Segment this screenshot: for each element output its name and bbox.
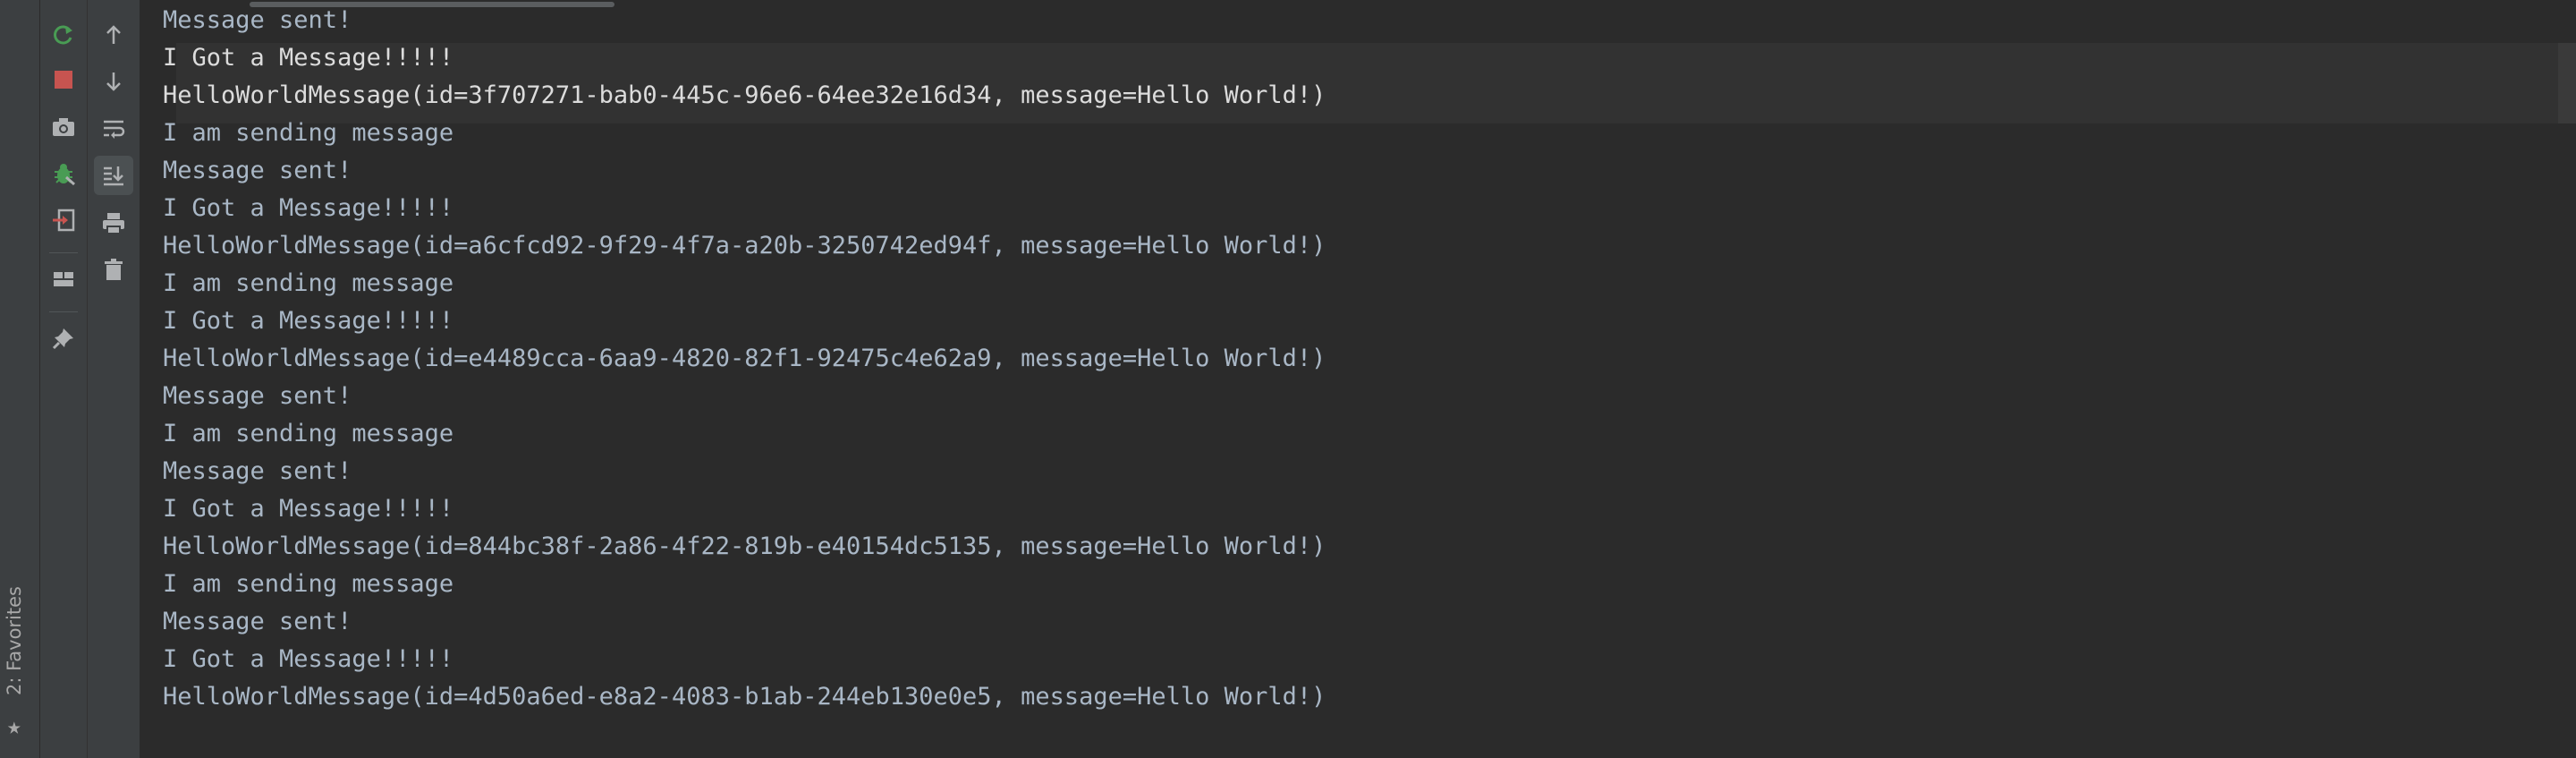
vertical-scrollbar[interactable] [2558,43,2576,123]
stop-button[interactable] [44,60,83,99]
arrow-up-icon [106,25,121,44]
console-line: Message sent! [163,157,352,184]
console-line: I Got a Message!!!!! [163,645,454,673]
run-toolbar [40,0,88,758]
console-line: HelloWorldMessage(id=844bc38f-2a86-4f22-… [163,532,1326,560]
toolbar-separator [49,252,78,253]
console-line: I Got a Message!!!!! [163,194,454,222]
console-line: Message sent! [163,382,352,410]
pin-tab-button[interactable] [44,319,83,358]
console-output[interactable]: Message sent! I Got a Message!!!!! HelloWo… [140,0,2576,758]
console-toolbar [88,0,140,758]
console-line: Message sent! [163,457,352,485]
debug-button[interactable] [44,154,83,193]
scroll-to-end-button[interactable] [94,156,133,195]
pin-icon [52,328,73,350]
console-line: HelloWorldMessage(id=e4489cca-6aa9-4820-… [163,345,1326,372]
console-lines: Message sent! I Got a Message!!!!! HelloWo… [163,2,1326,716]
console-line: HelloWorldMessage(id=3f707271-bab0-445c-… [163,81,1326,109]
console-line: Message sent! [163,6,352,34]
up-stack-button[interactable] [94,15,133,55]
print-icon [103,213,124,234]
stop-icon [55,71,72,89]
rerun-button[interactable] [44,15,83,55]
console-line: I Got a Message!!!!! [163,495,454,523]
print-button[interactable] [94,203,133,243]
console-line: I am sending message [163,420,454,447]
layout-button[interactable] [44,260,83,299]
trash-icon [105,259,123,280]
console-line: Message sent! [163,608,352,635]
favorites-tool-strip[interactable]: 2: Favorites ★ [0,0,40,758]
soft-wrap-icon [104,120,125,139]
console-line: HelloWorldMessage(id=4d50a6ed-e8a2-4083-… [163,683,1326,711]
toolbar-separator [49,311,78,312]
console-line: I am sending message [163,119,454,147]
arrow-down-icon [106,72,121,91]
dump-threads-button[interactable] [44,107,83,147]
console-line: I Got a Message!!!!! [163,307,454,335]
soft-wrap-button[interactable] [94,109,133,149]
console-line: I Got a Message!!!!! [163,44,454,72]
console-line: HelloWorldMessage(id=a6cfcd92-9f29-4f7a-… [163,232,1326,260]
star-icon[interactable]: ★ [7,715,21,738]
clear-all-button[interactable] [94,250,133,289]
rerun-icon [54,25,72,45]
down-stack-button[interactable] [94,62,133,101]
console-line: I am sending message [163,269,454,297]
console-line: I am sending message [163,570,454,598]
scroll-to-end-icon [104,166,123,186]
favorites-label[interactable]: 2: Favorites [4,586,25,695]
layout-icon [54,272,73,286]
debug-bug-icon [55,164,75,186]
exit-button[interactable] [44,200,83,240]
screenshot-icon [53,118,74,136]
exit-icon [53,209,75,232]
